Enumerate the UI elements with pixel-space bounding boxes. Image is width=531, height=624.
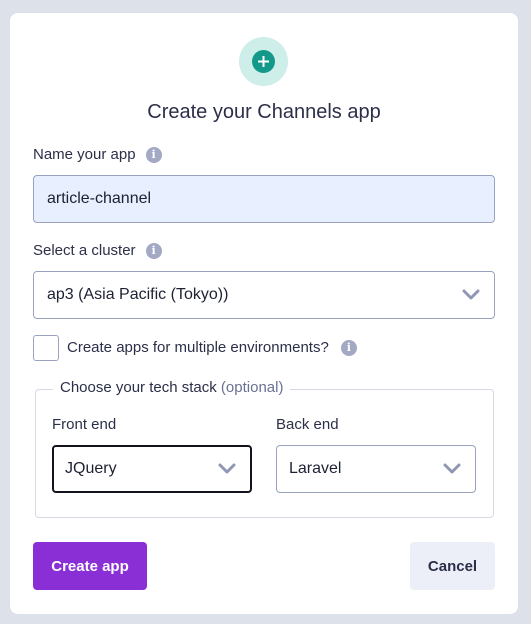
environments-label-row: Create apps for multiple environments? i bbox=[67, 339, 357, 356]
info-icon[interactable]: i bbox=[145, 242, 162, 259]
app-name-value: article-channel bbox=[47, 190, 152, 207]
multiple-environments-checkbox[interactable] bbox=[33, 335, 59, 361]
modal-title: Create your Channels app bbox=[147, 101, 381, 123]
back-end-select[interactable]: Laravel bbox=[276, 445, 476, 493]
front-end-select[interactable]: JQuery bbox=[52, 445, 252, 493]
cancel-button[interactable]: Cancel bbox=[410, 542, 495, 590]
create-app-modal: Create your Channels app Name your app i… bbox=[10, 13, 518, 614]
info-icon[interactable]: i bbox=[340, 339, 357, 356]
front-end-label: Front end bbox=[52, 416, 117, 433]
tech-stack-legend: Choose your tech stack (optional) bbox=[53, 379, 291, 396]
chevron-down-icon bbox=[462, 289, 480, 300]
front-end-value: JQuery bbox=[65, 460, 117, 477]
app-name-label: Name your app bbox=[33, 146, 136, 163]
cluster-select[interactable]: ap3 (Asia Pacific (Tokyo)) bbox=[33, 271, 495, 319]
plus-circle-icon bbox=[252, 50, 275, 73]
create-app-button[interactable]: Create app bbox=[33, 542, 147, 590]
tech-stack-optional: (optional) bbox=[220, 379, 284, 396]
cluster-value: ap3 (Asia Pacific (Tokyo)) bbox=[47, 286, 229, 303]
chevron-down-icon bbox=[443, 463, 461, 474]
environments-label: Create apps for multiple environments? bbox=[67, 339, 329, 356]
chevron-down-icon bbox=[218, 463, 236, 474]
info-icon[interactable]: i bbox=[145, 146, 162, 163]
tech-stack-legend-text: Choose your tech stack bbox=[60, 379, 217, 396]
app-name-input[interactable]: article-channel bbox=[33, 175, 495, 223]
back-end-value: Laravel bbox=[289, 460, 342, 477]
back-end-label: Back end bbox=[276, 416, 339, 433]
cluster-label: Select a cluster bbox=[33, 242, 136, 259]
app-name-label-row: Name your app i bbox=[33, 146, 162, 163]
header-badge bbox=[239, 37, 288, 86]
cluster-label-row: Select a cluster i bbox=[33, 242, 162, 259]
